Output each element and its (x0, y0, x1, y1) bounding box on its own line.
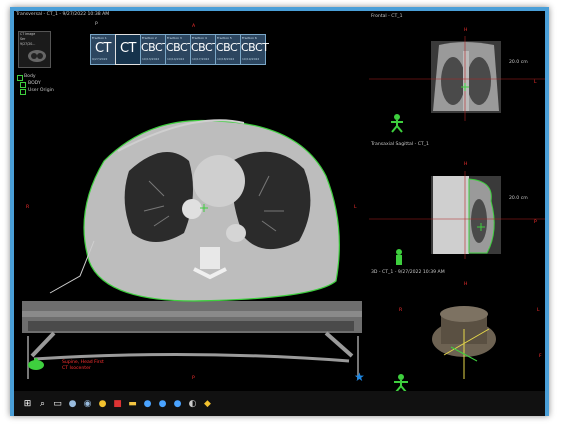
patient-info-line: Supine, Head First (62, 360, 104, 365)
view-3d[interactable]: 3D - CT_1 - 9/27/2022 10:39 AM H R L F (369, 269, 545, 399)
app-icon-1[interactable]: ● (65, 396, 80, 411)
application-screen: Transversal - CT_1 - 9/27/2022 10:38 AM … (14, 11, 545, 416)
search-icon[interactable]: ⌕ (35, 396, 50, 411)
app-icon-5[interactable]: ● (170, 396, 185, 411)
patient-info-line: CT Isocenter (62, 366, 91, 371)
frontal-view[interactable]: Frontal - CT_1 H L 20.0 cm (369, 11, 545, 141)
axial-view[interactable]: Transversal - CT_1 - 9/27/2022 10:38 AM … (14, 11, 365, 383)
app-icon-7[interactable]: ◆ (200, 396, 215, 411)
taskbar: ⊞ ⌕ ▭ ● ◉ ● ■ ▬ ● ● ● ◐ ◆ (14, 391, 545, 416)
file-explorer-icon[interactable]: ▬ (125, 396, 140, 411)
task-view-icon[interactable]: ▭ (50, 396, 65, 411)
app-icon-red[interactable]: ■ (110, 396, 125, 411)
app-icon-6[interactable]: ◐ (185, 396, 200, 411)
sagittal-view[interactable]: Transaxial Sagittal - CT_1 H P 20.0 cm (369, 141, 545, 271)
3d-orientation-icon (394, 374, 408, 393)
app-icon-2[interactable]: ◉ (80, 396, 95, 411)
frontal-orientation-icon (391, 114, 403, 133)
chrome-icon[interactable]: ● (95, 396, 110, 411)
windows-start-icon[interactable]: ⊞ (20, 396, 35, 411)
axial-ct-image (22, 119, 362, 379)
patient-orientation-icon (28, 358, 44, 370)
favorite-star-icon[interactable]: ★ (354, 371, 365, 383)
sagittal-orientation-icon (396, 249, 402, 265)
app-icon-4[interactable]: ● (155, 396, 170, 411)
app-icon-3[interactable]: ● (140, 396, 155, 411)
